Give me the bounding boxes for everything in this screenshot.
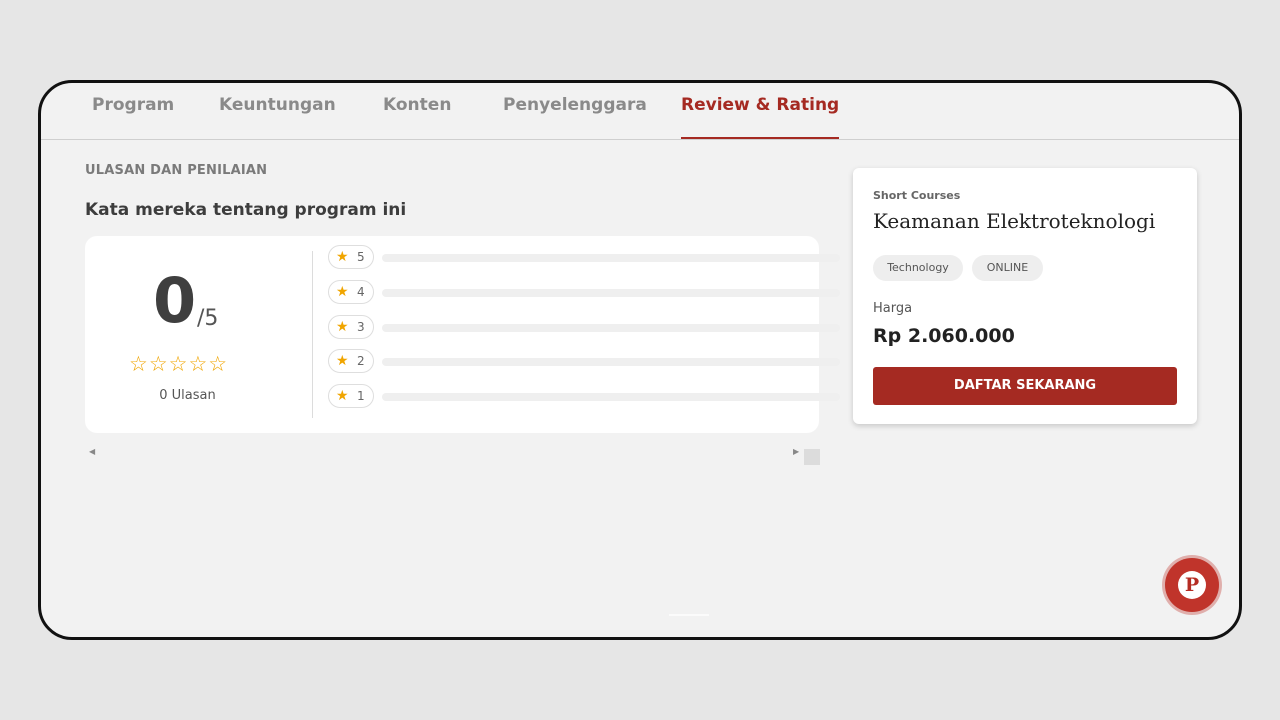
rating-bar-track [382,358,840,366]
course-title: Keamanan Elektroteknologi [873,209,1156,233]
rating-filter-5[interactable]: ★ 5 [328,245,374,269]
section-title: Kata mereka tentang program ini [85,200,407,220]
rating-star-number: 5 [357,250,365,264]
rating-star-number: 2 [357,354,365,368]
scroll-indicator [669,614,709,616]
horizontal-scrollbar[interactable]: ◀ ▶ [85,443,820,465]
scroll-left-arrow-icon[interactable]: ◀ [89,447,95,456]
scroll-right-arrow-icon[interactable]: ▶ [793,447,799,456]
star-icon: ★ [336,284,349,300]
star-icon: ★ [336,353,349,369]
average-score: 0 [153,264,197,337]
star-icon: ★ [336,249,349,265]
rating-row: ★ 4 [328,280,840,306]
price-label: Harga [873,301,913,316]
rating-bar-track [382,289,840,297]
star-icon: ★ [336,319,349,335]
star-icon: ★ [336,388,349,404]
rating-star-number: 4 [357,285,365,299]
rating-star-number: 1 [357,389,365,403]
scrollbar-thumb[interactable] [804,449,820,465]
tab-program[interactable]: Program [92,95,174,139]
rating-filter-1[interactable]: ★ 1 [328,384,374,408]
tag-chip: ONLINE [972,255,1043,281]
tab-bar: Program Keuntungan Konten Penyelenggara … [41,83,1239,140]
rating-bar-track [382,393,840,401]
rating-row: ★ 2 [328,349,840,375]
rating-filter-3[interactable]: ★ 3 [328,315,374,339]
rating-row: ★ 1 [328,384,840,410]
price-value: Rp 2.060.000 [873,325,1015,347]
rating-star-number: 3 [357,320,365,334]
rating-filter-2[interactable]: ★ 2 [328,349,374,373]
tab-penyelenggara[interactable]: Penyelenggara [503,95,647,139]
rating-row: ★ 5 [328,245,840,271]
tag-chip: Technology [873,255,963,281]
section-label: ULASAN DAN PENILAIAN [85,163,268,178]
chat-button[interactable]: P [1165,558,1219,612]
rating-filter-4[interactable]: ★ 4 [328,280,374,304]
rating-summary-card: 0 /5 ☆☆☆☆☆ 0 Ulasan ★ 5 ★ 4 ★ 3 ★ 2 ★ 1 [85,236,840,433]
star-outline-icon: ☆☆☆☆☆ [129,352,229,376]
rating-row: ★ 3 [328,315,840,341]
divider [312,251,313,418]
rating-bar-track [382,254,840,262]
score-max: /5 [197,306,219,331]
tab-konten[interactable]: Konten [383,95,451,139]
review-count: 0 Ulasan [159,388,216,403]
tab-review-rating[interactable]: Review & Rating [681,95,840,139]
register-button[interactable]: DAFTAR SEKARANG [873,367,1177,405]
chat-bubble-p-icon: P [1178,571,1206,599]
score-panel: 0 /5 ☆☆☆☆☆ 0 Ulasan [85,236,267,433]
course-category: Short Courses [873,189,961,202]
rating-bar-track [382,324,840,332]
app-frame: Program Keuntungan Konten Penyelenggara … [38,80,1242,640]
course-card: Short Courses Keamanan Elektroteknologi … [853,168,1197,424]
tab-keuntungan[interactable]: Keuntungan [219,95,336,139]
